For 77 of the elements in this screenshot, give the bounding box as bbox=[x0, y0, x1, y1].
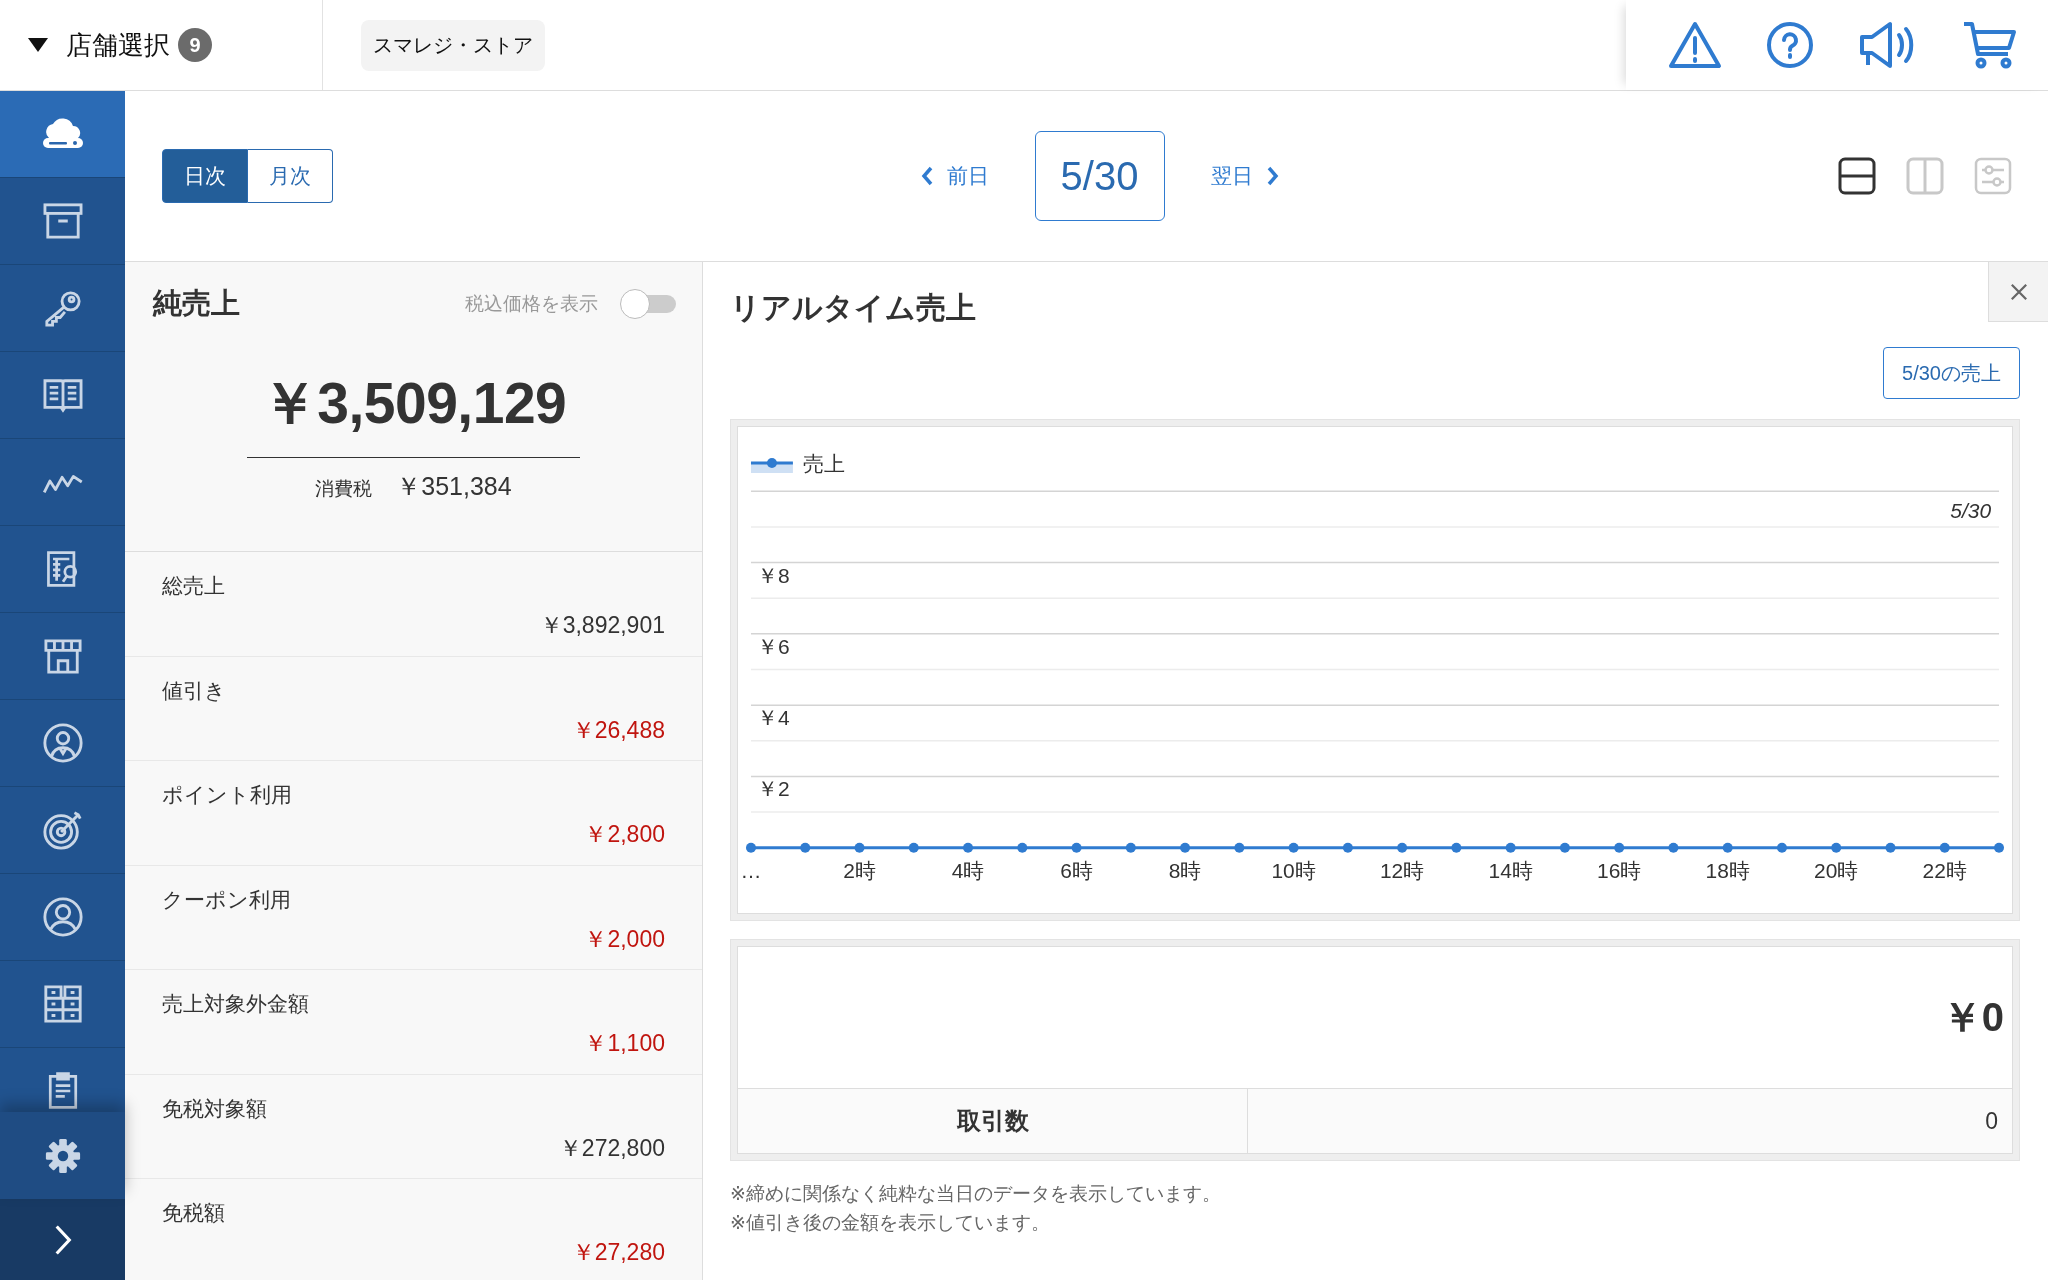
legend-label: 売上 bbox=[802, 452, 845, 475]
sales-item-value: ￥2,000 bbox=[584, 924, 665, 954]
realtime-sales-title: リアルタイム売上 bbox=[730, 290, 976, 326]
tax-toggle-label: 税込価格を表示 bbox=[465, 292, 598, 316]
net-sales-title: 純売上 bbox=[153, 286, 240, 321]
chevron-left-icon bbox=[920, 166, 933, 186]
tax-toggle-switch[interactable] bbox=[620, 289, 676, 319]
help-icon[interactable] bbox=[1766, 21, 1814, 69]
person-badge-icon bbox=[41, 722, 84, 764]
settings-button[interactable] bbox=[0, 1112, 125, 1199]
sales-item-value: ￥2,800 bbox=[584, 820, 665, 849]
sales-item-label: ポイント利用 bbox=[162, 782, 293, 808]
x-axis-label: 20時 bbox=[1814, 858, 1859, 882]
sales-item-value: ￥27,280 bbox=[571, 1238, 665, 1267]
x-axis-label: 2時 bbox=[843, 858, 876, 882]
x-axis-label: 4時 bbox=[951, 858, 985, 882]
x-axis-label: … bbox=[740, 858, 762, 882]
close-icon bbox=[2009, 282, 2028, 301]
row-layout-icon[interactable] bbox=[1838, 157, 1876, 195]
store-chip[interactable]: スマレジ・ストア bbox=[361, 19, 545, 71]
sales-item-label: 総売上 bbox=[162, 573, 226, 599]
grid-boxes-icon bbox=[41, 983, 84, 1025]
warning-icon[interactable] bbox=[1668, 21, 1722, 69]
tax-amount: ￥351,384 bbox=[396, 471, 512, 502]
y-axis-label: ￥6 bbox=[756, 634, 790, 658]
store-select-label: 店舗選択 bbox=[66, 28, 170, 62]
sales-item-label: 免税額 bbox=[162, 1200, 226, 1226]
x-axis-label: 12時 bbox=[1380, 858, 1425, 882]
chart-date-label: 5/30 bbox=[1950, 499, 1992, 523]
x-axis-label: 16時 bbox=[1597, 858, 1642, 882]
store-select-dropdown[interactable]: 店舗選択 9 bbox=[0, 0, 323, 90]
storefront-icon bbox=[41, 637, 84, 675]
net-sales-amount: ￥3,509,129 bbox=[246, 366, 581, 458]
sliders-icon[interactable] bbox=[1974, 157, 2012, 195]
sales-item-value: ￥3,892,901 bbox=[539, 611, 665, 640]
sales-item-label: 売上対象外金額 bbox=[162, 991, 310, 1017]
day-sales-button[interactable]: 5/30の売上 bbox=[1883, 347, 2020, 399]
settings-icon bbox=[43, 1136, 82, 1175]
x-axis-label: 8時 bbox=[1168, 858, 1202, 882]
y-axis-label: ￥8 bbox=[756, 563, 790, 587]
tax-label: 消費税 bbox=[315, 477, 373, 501]
chevron-right-icon bbox=[53, 1223, 72, 1256]
caret-down-icon bbox=[28, 38, 48, 52]
y-axis-label: ￥2 bbox=[756, 777, 790, 801]
sales-item-value: ￥26,488 bbox=[571, 715, 665, 745]
y-axis-label: ￥4 bbox=[756, 706, 790, 730]
chevron-right-icon bbox=[1266, 166, 1279, 186]
target-icon bbox=[41, 809, 84, 851]
transactions-label: 取引数 bbox=[738, 1089, 1248, 1153]
x-axis-label: 14時 bbox=[1488, 858, 1533, 882]
archive-box-icon bbox=[41, 202, 84, 240]
x-axis-label: 10時 bbox=[1271, 858, 1316, 882]
footnote: ※締めに関係なく純粋な当日のデータを表示しています。 bbox=[730, 1182, 1222, 1206]
close-button[interactable] bbox=[1988, 262, 2048, 322]
next-day-link[interactable]: 翌日 bbox=[1204, 161, 1285, 191]
x-axis-label: 18時 bbox=[1705, 858, 1750, 882]
sales-item-label: 値引き bbox=[162, 677, 227, 704]
x-axis-label: 22時 bbox=[1922, 858, 1967, 882]
total-amount: ￥0 bbox=[1941, 994, 2004, 1041]
cloud-icon bbox=[40, 118, 85, 150]
cart-icon[interactable] bbox=[1962, 20, 2016, 70]
period-tab[interactable]: 月次 bbox=[248, 149, 333, 203]
sales-item-value: ￥1,100 bbox=[584, 1029, 665, 1058]
transactions-count: 0 bbox=[1984, 1106, 1999, 1136]
book-icon bbox=[41, 376, 84, 414]
date-display[interactable]: 5/30 bbox=[1034, 131, 1165, 221]
x-axis-label: 6時 bbox=[1060, 858, 1093, 882]
sales-item-label: 免税対象額 bbox=[162, 1095, 268, 1122]
period-tab[interactable]: 日次 bbox=[162, 149, 248, 203]
sales-item-value: ￥272,800 bbox=[558, 1133, 665, 1163]
user-icon bbox=[41, 896, 84, 938]
sales-item-label: クーポン利用 bbox=[162, 886, 292, 913]
footnote: ※値引き後の金額を表示しています。 bbox=[730, 1211, 1051, 1235]
store-count-badge: 9 bbox=[178, 28, 212, 62]
legend-line-icon bbox=[751, 458, 793, 473]
sidebar-item[interactable] bbox=[0, 91, 125, 178]
previous-day-link[interactable]: 前日 bbox=[914, 161, 995, 191]
